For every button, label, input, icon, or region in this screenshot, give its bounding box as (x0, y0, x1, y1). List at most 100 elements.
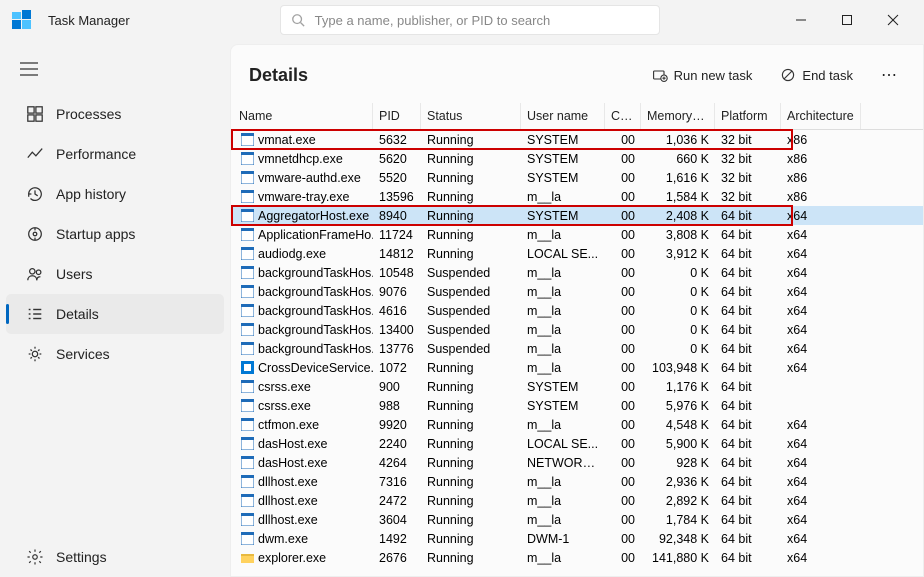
cell-status: Running (421, 545, 521, 571)
search-placeholder: Type a name, publisher, or PID to search (315, 13, 551, 28)
startup-icon (26, 225, 56, 243)
hamburger-button[interactable] (0, 56, 230, 94)
process-name: dasHost.exe (258, 456, 327, 470)
table-row[interactable]: explorer.exe2676Runningm__la00141,880 K6… (231, 548, 923, 567)
process-name: backgroundTaskHos... (258, 304, 373, 318)
more-button[interactable]: ⋯ (875, 61, 905, 89)
process-icon (241, 323, 254, 336)
run-task-icon (652, 67, 668, 83)
search-input[interactable]: Type a name, publisher, or PID to search (280, 5, 660, 35)
sidebar-item-label: Startup apps (56, 226, 135, 242)
end-task-button[interactable]: End task (774, 63, 859, 87)
process-icon (241, 513, 254, 526)
cell-arch: x64 (781, 545, 861, 571)
window-title: Task Manager (48, 13, 130, 28)
process-icon (241, 266, 254, 279)
process-icon (241, 209, 254, 222)
close-button[interactable] (870, 0, 916, 40)
cell-pid: 2676 (373, 545, 421, 571)
process-icon (241, 190, 254, 203)
content-header: Details Run new task End task ⋯ (231, 45, 923, 103)
col-pid[interactable]: PID (373, 103, 421, 129)
app-icon (8, 6, 36, 34)
process-icon (241, 399, 254, 412)
sidebar-item-app-history[interactable]: App history (6, 174, 224, 214)
performance-icon (26, 145, 56, 163)
users-icon (26, 265, 56, 283)
process-name: AggregatorHost.exe (258, 209, 369, 223)
run-new-task-button[interactable]: Run new task (646, 63, 759, 87)
process-icon (241, 247, 254, 260)
sidebar-item-users[interactable]: Users (6, 254, 224, 294)
col-mem[interactable]: Memory (... (641, 103, 715, 129)
cell-mem: 141,880 K (641, 545, 715, 571)
process-icon (241, 171, 254, 184)
details-icon (26, 305, 56, 323)
process-name: backgroundTaskHos... (258, 323, 373, 337)
process-icon (241, 456, 254, 469)
col-status[interactable]: Status (421, 103, 521, 129)
process-name: ApplicationFrameHo... (258, 228, 373, 242)
process-icon (241, 152, 254, 165)
minimize-button[interactable] (778, 0, 824, 40)
details-table[interactable]: Name PID Status User name CPU Memory (..… (231, 103, 923, 576)
col-user[interactable]: User name (521, 103, 605, 129)
process-name: explorer.exe (258, 551, 326, 565)
process-icon (241, 228, 254, 241)
titlebar: Task Manager Type a name, publisher, or … (0, 0, 924, 40)
process-icon (241, 532, 254, 545)
process-name: dllhost.exe (258, 513, 318, 527)
process-name: vmware-authd.exe (258, 171, 361, 185)
process-name: csrss.exe (258, 380, 311, 394)
process-icon (241, 133, 254, 146)
page-title: Details (249, 65, 308, 86)
maximize-button[interactable] (824, 0, 870, 40)
process-name: dllhost.exe (258, 475, 318, 489)
sidebar: Processes Performance App history Startup a… (0, 40, 230, 577)
cell-arch (781, 381, 861, 393)
process-name: backgroundTaskHos... (258, 266, 373, 280)
cell-user: m__la (521, 545, 605, 571)
history-icon (26, 185, 56, 203)
process-name: vmnat.exe (258, 133, 316, 147)
process-icon (241, 361, 254, 374)
sidebar-item-label: Services (56, 346, 110, 362)
process-name: backgroundTaskHos... (258, 342, 373, 356)
process-icon (241, 551, 254, 564)
sidebar-item-services[interactable]: Services (6, 334, 224, 374)
cell-arch: x64 (781, 355, 861, 381)
sidebar-item-label: Settings (56, 549, 107, 565)
process-icon (241, 304, 254, 317)
process-icon (241, 380, 254, 393)
col-arch[interactable]: Architecture (781, 103, 861, 129)
sidebar-item-startup-apps[interactable]: Startup apps (6, 214, 224, 254)
col-name[interactable]: Name (231, 103, 373, 129)
sidebar-item-label: Details (56, 306, 99, 322)
process-icon (241, 285, 254, 298)
sidebar-item-label: Users (56, 266, 93, 282)
process-icon (241, 418, 254, 431)
cell-arch (781, 400, 861, 412)
process-name: vmnetdhcp.exe (258, 152, 343, 166)
sidebar-item-details[interactable]: Details (6, 294, 224, 334)
cell-plat: 64 bit (715, 545, 781, 571)
col-cpu[interactable]: CPU (605, 103, 641, 129)
process-name: dwm.exe (258, 532, 308, 546)
cell-cpu: 00 (605, 545, 641, 571)
process-icon (241, 437, 254, 450)
services-icon (26, 345, 56, 363)
process-name: csrss.exe (258, 399, 311, 413)
col-plat[interactable]: Platform (715, 103, 781, 129)
sidebar-item-performance[interactable]: Performance (6, 134, 224, 174)
sidebar-item-processes[interactable]: Processes (6, 94, 224, 134)
sidebar-item-label: Processes (56, 106, 121, 122)
gear-icon (26, 548, 56, 566)
sidebar-item-label: App history (56, 186, 126, 202)
sidebar-item-label: Performance (56, 146, 136, 162)
search-icon (291, 13, 305, 27)
process-name: backgroundTaskHos... (258, 285, 373, 299)
sidebar-item-settings[interactable]: Settings (6, 537, 224, 577)
end-task-icon (780, 67, 796, 83)
content-panel: Details Run new task End task ⋯ Name PID… (230, 44, 924, 577)
process-icon (241, 494, 254, 507)
